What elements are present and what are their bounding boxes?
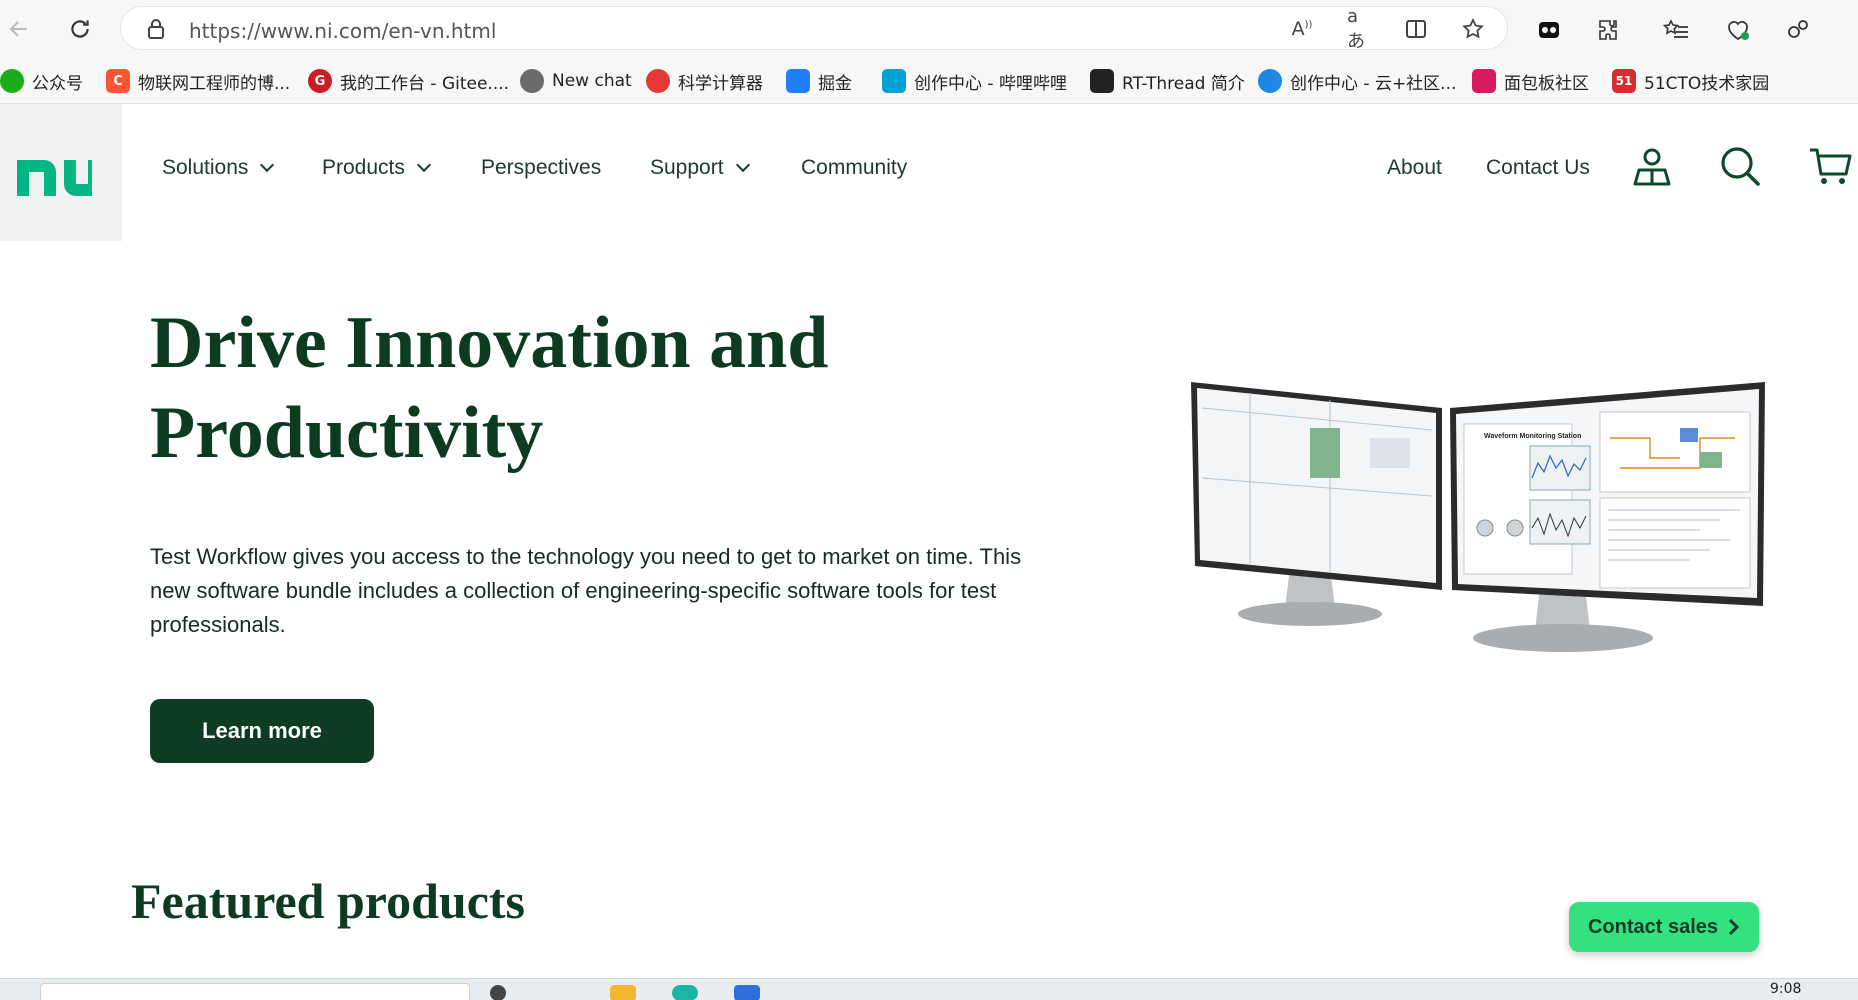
cart-icon[interactable] — [1808, 144, 1852, 188]
chatgpt-icon — [520, 69, 544, 93]
file-explorer-icon[interactable] — [610, 985, 636, 1000]
bookmark-label: 创作中心 - 哔哩哔哩 — [914, 73, 1067, 94]
nav-about[interactable]: About — [1387, 156, 1442, 180]
contact-sales-button[interactable]: Contact sales — [1569, 902, 1759, 952]
nav-perspectives[interactable]: Perspectives — [481, 156, 601, 180]
nav-label: Perspectives — [481, 156, 602, 179]
book-icon — [1090, 69, 1114, 93]
bookmark-label: 掘金 — [818, 73, 852, 94]
bookmark-label: 我的工作台 - Gitee.... — [340, 73, 510, 94]
nav-label: Products — [322, 156, 405, 179]
site-header: Solutions Products Perspectives Support … — [0, 104, 1858, 241]
refresh-icon[interactable] — [63, 12, 97, 46]
chevron-down-icon — [416, 157, 431, 173]
bookmark-label: RT-Thread 简介 — [1122, 73, 1245, 94]
bookmark-item[interactable]: 创作中心 - 云+社区... — [1258, 68, 1456, 94]
csdn-icon: C — [106, 69, 130, 93]
nav-label: Solutions — [162, 156, 249, 179]
bookmark-label: 创作中心 - 云+社区... — [1290, 73, 1457, 94]
task-view-icon[interactable] — [490, 985, 506, 1000]
bookmark-item[interactable]: 掘金 — [786, 68, 852, 94]
extensions-puzzle-icon[interactable] — [1592, 13, 1626, 47]
nav-community[interactable]: Community — [801, 156, 907, 180]
ni-logo[interactable] — [0, 104, 122, 241]
bookmark-item[interactable]: New chat — [520, 68, 632, 94]
51cto-icon: 51 — [1612, 69, 1636, 93]
nav-label: About — [1387, 156, 1442, 179]
bookmark-item[interactable]: 科学计算器 — [646, 68, 763, 94]
bookmark-item[interactable]: 面包板社区 — [1472, 68, 1589, 94]
taskbar-clock[interactable]: 9:08 — [1770, 981, 1801, 997]
bookmark-label: 科学计算器 — [678, 73, 763, 94]
search-icon[interactable] — [1718, 144, 1762, 188]
address-bar[interactable]: https://www.ni.com/en-vn.html A)) aあ — [120, 6, 1508, 52]
mianbaoban-icon — [1472, 69, 1496, 93]
edge-browser-icon[interactable] — [672, 985, 698, 1000]
wechat-icon — [0, 69, 24, 93]
back-icon[interactable] — [2, 12, 36, 46]
bookmark-item[interactable]: 51 51CTO技术家园 — [1612, 68, 1769, 94]
nav-products[interactable]: Products — [322, 156, 431, 180]
juejin-icon — [786, 69, 810, 93]
contact-sales-label: Contact sales — [1587, 915, 1719, 938]
chevron-right-icon — [1728, 918, 1740, 936]
account-icon[interactable] — [1630, 144, 1674, 188]
bookmark-label: 面包板社区 — [1504, 73, 1589, 94]
bilibili-icon — [882, 69, 906, 93]
chevron-down-icon — [735, 157, 750, 173]
nav-support[interactable]: Support — [650, 156, 750, 180]
profile-collections-icon[interactable] — [1781, 13, 1815, 47]
nav-label: Contact Us — [1486, 156, 1590, 179]
nav-label: Support — [650, 156, 724, 179]
learn-more-button[interactable]: Learn more — [150, 699, 374, 763]
favorite-star-icon[interactable] — [1460, 16, 1486, 42]
bookmark-item[interactable]: RT-Thread 简介 — [1090, 68, 1245, 94]
cloud-icon — [1258, 69, 1282, 93]
nav-label: Community — [801, 156, 908, 179]
read-aloud-icon[interactable]: A)) — [1289, 16, 1315, 42]
bookmark-item[interactable]: C 物联网工程师的博... — [106, 68, 290, 94]
url-text[interactable]: https://www.ni.com/en-vn.html — [189, 19, 496, 43]
bookmark-item[interactable]: G 我的工作台 - Gitee.... — [308, 68, 509, 94]
bookmark-label: 物联网工程师的博... — [138, 73, 291, 94]
hero-title: Drive Innovation and Productivity — [150, 302, 829, 474]
hero-product-image: Waveform Monitoring Station — [1180, 368, 1780, 668]
chevron-down-icon — [260, 157, 275, 173]
browser-toolbar: https://www.ni.com/en-vn.html A)) aあ — [0, 0, 1858, 58]
taskbar-search-box[interactable] — [40, 983, 470, 1000]
bookmark-label: 51CTO技术家园 — [1644, 73, 1770, 94]
bookmark-label: 公众号 — [32, 73, 83, 94]
mail-app-icon[interactable] — [734, 985, 760, 1000]
nav-contact-us[interactable]: Contact Us — [1486, 156, 1590, 180]
os-taskbar: 9:08 — [0, 978, 1858, 1000]
nav-solutions[interactable]: Solutions — [162, 156, 275, 180]
gitee-icon: G — [308, 69, 332, 93]
split-screen-icon[interactable] — [1403, 16, 1429, 42]
lock-icon[interactable] — [143, 16, 169, 42]
bookmark-item[interactable]: 公众号 — [0, 68, 83, 94]
bookmarks-bar: 公众号 C 物联网工程师的博... G 我的工作台 - Gitee.... New … — [0, 58, 1858, 104]
monitor-caption: Waveform Monitoring Station — [1484, 433, 1581, 440]
translate-icon[interactable]: aあ — [1347, 6, 1373, 52]
calculator-icon — [646, 69, 670, 93]
bookmark-label: New chat — [552, 71, 632, 91]
browser-essentials-icon[interactable] — [1721, 13, 1755, 47]
bookmark-item[interactable]: 创作中心 - 哔哩哔哩 — [882, 68, 1067, 94]
ni-logo-mark — [17, 160, 92, 196]
extension-app-icon[interactable] — [1532, 13, 1566, 47]
featured-products-title: Featured products — [131, 873, 525, 929]
hero-description: Test Workflow gives you access to the te… — [150, 544, 1022, 637]
favorites-list-icon[interactable] — [1659, 13, 1693, 47]
